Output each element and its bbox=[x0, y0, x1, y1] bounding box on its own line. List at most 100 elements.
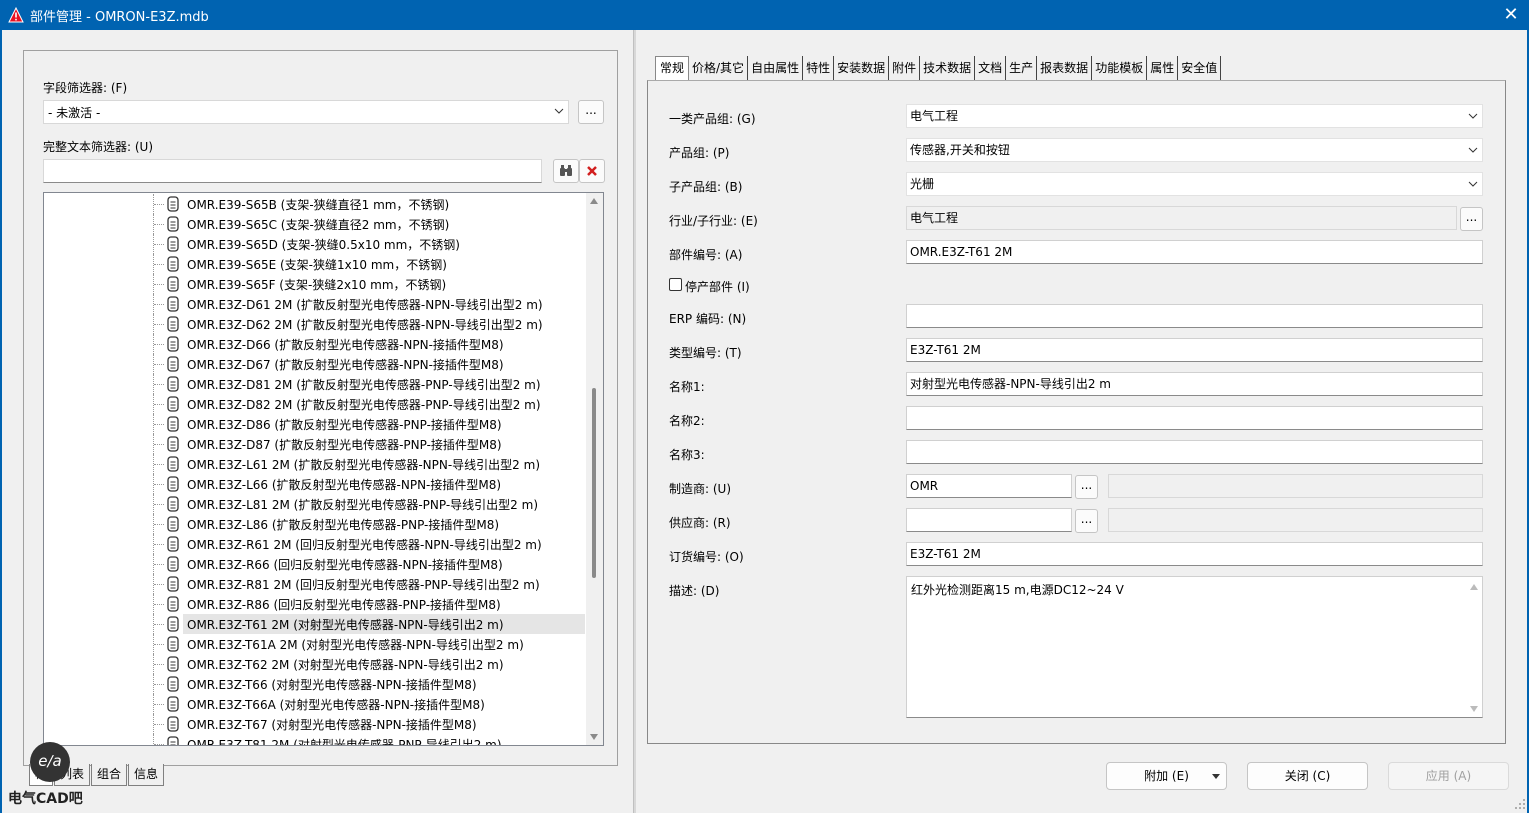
tab-function-template[interactable]: 功能模板 bbox=[1092, 56, 1148, 80]
part-number-field[interactable]: OMR.E3Z-T61 2M bbox=[906, 240, 1483, 264]
tree-item-label: OMR.E3Z-L66 (扩散反射型光电传感器-NPN-接插件型M8) bbox=[187, 478, 502, 492]
product-group-select[interactable]: 传感器,开关和按钮 bbox=[906, 138, 1483, 162]
tree-item[interactable]: OMR.E39-S65C (支架-狭缝直径2 mm，不锈钢) bbox=[44, 214, 586, 234]
tree-item[interactable]: OMR.E3Z-T61A 2M (对射型光电传感器-NPN-导线引出型2 m) bbox=[44, 634, 586, 654]
tree-item[interactable]: OMR.E3Z-R86 (回归反射型光电传感器-PNP-接插件型M8) bbox=[44, 594, 586, 614]
tree-item[interactable]: OMR.E3Z-D62 2M (扩散反射型光电传感器-NPN-导线引出型2 m) bbox=[44, 314, 586, 334]
tab-technical-data[interactable]: 技术数据 bbox=[920, 56, 976, 80]
tree-item[interactable]: OMR.E3Z-L66 (扩散反射型光电传感器-NPN-接插件型M8) bbox=[44, 474, 586, 494]
description-textarea[interactable]: 红外光检测距离15 m,电源DC12~24 V bbox=[906, 576, 1483, 718]
close-window-icon[interactable]: ✕ bbox=[1501, 5, 1521, 25]
order-number-field[interactable]: E3Z-T61 2M bbox=[906, 542, 1483, 566]
product-group-value: 传感器,开关和按钮 bbox=[910, 143, 1010, 157]
close-button[interactable]: 关闭 (C) bbox=[1247, 762, 1368, 790]
type-number-field[interactable]: E3Z-T61 2M bbox=[906, 338, 1483, 362]
clear-filter-button[interactable] bbox=[579, 159, 605, 183]
panel-splitter[interactable] bbox=[633, 30, 636, 813]
tree-item[interactable]: OMR.E3Z-D61 2M (扩散反射型光电传感器-NPN-导线引出型2 m) bbox=[44, 294, 586, 314]
discontinued-checkbox[interactable] bbox=[669, 278, 682, 291]
part-icon bbox=[167, 736, 179, 745]
supplier-field[interactable] bbox=[906, 508, 1072, 532]
fulltext-filter-input[interactable] bbox=[43, 159, 542, 183]
tab-documents[interactable]: 文档 bbox=[975, 56, 1007, 80]
tree-item-label: OMR.E3Z-T62 2M (对射型光电传感器-NPN-导线引出2 m) bbox=[187, 658, 504, 672]
tree-item[interactable]: OMR.E3Z-D82 2M (扩散反射型光电传感器-PNP-导线引出型2 m) bbox=[44, 394, 586, 414]
tree-item[interactable]: OMR.E3Z-D81 2M (扩散反射型光电传感器-PNP-导线引出型2 m) bbox=[44, 374, 586, 394]
resize-grip-icon[interactable] bbox=[1514, 798, 1526, 810]
tree-branch-line bbox=[154, 604, 164, 605]
apply-button[interactable]: 应用 (A) bbox=[1388, 762, 1509, 790]
tab-safety-values[interactable]: 安全值 bbox=[1178, 56, 1222, 80]
tree-branch-line bbox=[154, 284, 164, 285]
tree-item[interactable]: OMR.E3Z-T67 (对射型光电传感器-NPN-接插件型M8) bbox=[44, 714, 586, 734]
scroll-down-icon[interactable] bbox=[1470, 705, 1478, 713]
tree-item-label: OMR.E3Z-D87 (扩散反射型光电传感器-PNP-接插件型M8) bbox=[187, 438, 502, 452]
tab-price-other[interactable]: 价格/其它 bbox=[689, 56, 749, 80]
field-filter-label: 字段筛选器: (F) bbox=[43, 81, 128, 95]
supplier-more-button[interactable]: ... bbox=[1075, 509, 1098, 533]
part-icon bbox=[167, 576, 179, 592]
tab-general[interactable]: 常规 bbox=[655, 56, 690, 80]
tree-item[interactable]: OMR.E3Z-R66 (回归反射型光电传感器-NPN-接插件型M8) bbox=[44, 554, 586, 574]
field-filter-more-button[interactable]: ... bbox=[578, 100, 604, 124]
part-icon bbox=[167, 436, 179, 452]
tree-item[interactable]: OMR.E3Z-D67 (扩散反射型光电传感器-NPN-接插件型M8) bbox=[44, 354, 586, 374]
industry-more-button[interactable]: ... bbox=[1460, 207, 1483, 231]
tree-item[interactable]: OMR.E39-S65B (支架-狭缝直径1 mm，不锈钢) bbox=[44, 194, 586, 214]
supplier-name-field bbox=[1108, 508, 1483, 532]
scroll-thumb[interactable] bbox=[592, 388, 596, 578]
name1-label: 名称1: bbox=[669, 380, 705, 394]
tree-item[interactable]: OMR.E3Z-D86 (扩散反射型光电传感器-PNP-接插件型M8) bbox=[44, 414, 586, 434]
product-group1-select[interactable]: 电气工程 bbox=[906, 104, 1483, 128]
sub-group-select[interactable]: 光栅 bbox=[906, 172, 1483, 196]
part-icon bbox=[167, 256, 179, 272]
name1-field[interactable]: 对射型光电传感器-NPN-导线引出2 m bbox=[906, 372, 1483, 396]
tree-item[interactable]: OMR.E3Z-L86 (扩散反射型光电传感器-PNP-接插件型M8) bbox=[44, 514, 586, 534]
tab-production[interactable]: 生产 bbox=[1006, 56, 1038, 80]
name3-field[interactable] bbox=[906, 440, 1483, 464]
part-icon bbox=[167, 356, 179, 372]
tree-item[interactable]: OMR.E3Z-L61 2M (扩散反射型光电传感器-NPN-导线引出型2 m) bbox=[44, 454, 586, 474]
tree-item[interactable]: OMR.E3Z-T81 2M (对射型光电传感器-PNP-导线引出2 m) bbox=[44, 734, 586, 745]
tab-info[interactable]: 信息 bbox=[128, 764, 165, 786]
scroll-up-icon[interactable] bbox=[589, 197, 599, 205]
tree-item[interactable]: OMR.E3Z-T61 2M (对射型光电传感器-NPN-导线引出2 m) bbox=[44, 614, 586, 634]
tree-item[interactable]: OMR.E3Z-D66 (扩散反射型光电传感器-NPN-接插件型M8) bbox=[44, 334, 586, 354]
tab-accessories[interactable]: 附件 bbox=[889, 56, 921, 80]
tree-item[interactable]: OMR.E3Z-T66A (对射型光电传感器-NPN-接插件型M8) bbox=[44, 694, 586, 714]
tab-free-properties[interactable]: 自由属性 bbox=[748, 56, 804, 80]
tree-item[interactable]: OMR.E39-S65D (支架-狭缝0.5x10 mm，不锈钢) bbox=[44, 234, 586, 254]
binoculars-button[interactable] bbox=[553, 159, 579, 183]
industry-field: 电气工程 bbox=[906, 206, 1457, 230]
tree-item[interactable]: OMR.E3Z-R81 2M (回归反射型光电传感器-PNP-导线引出型2 m) bbox=[44, 574, 586, 594]
tree-item[interactable]: OMR.E3Z-D87 (扩散反射型光电传感器-PNP-接插件型M8) bbox=[44, 434, 586, 454]
name2-field[interactable] bbox=[906, 406, 1483, 430]
field-filter-select[interactable]: - 未激活 - bbox=[43, 100, 569, 124]
tab-mounting-data[interactable]: 安装数据 bbox=[834, 56, 890, 80]
tree-item[interactable]: OMR.E3Z-T66 (对射型光电传感器-NPN-接插件型M8) bbox=[44, 674, 586, 694]
erp-field[interactable] bbox=[906, 304, 1483, 328]
tab-properties[interactable]: 属性 bbox=[1147, 56, 1179, 80]
attach-button[interactable]: 附加 (E) bbox=[1106, 762, 1227, 790]
manufacturer-more-button[interactable]: ... bbox=[1075, 475, 1098, 499]
manufacturer-field[interactable]: OMR bbox=[906, 474, 1072, 498]
tab-report-data[interactable]: 报表数据 bbox=[1037, 56, 1093, 80]
part-icon bbox=[167, 316, 179, 332]
tree-vertical-scrollbar[interactable] bbox=[586, 193, 603, 745]
tree-branch-line bbox=[154, 744, 164, 745]
tree-item[interactable]: OMR.E3Z-T62 2M (对射型光电传感器-NPN-导线引出2 m) bbox=[44, 654, 586, 674]
tree-item[interactable]: OMR.E39-S65E (支架-狭缝1x10 mm，不锈钢) bbox=[44, 254, 586, 274]
sub-group-value: 光栅 bbox=[910, 177, 935, 191]
scroll-up-icon[interactable] bbox=[1470, 583, 1478, 591]
tree-item-label: OMR.E3Z-D81 2M (扩散反射型光电传感器-PNP-导线引出型2 m) bbox=[187, 378, 541, 392]
scroll-down-icon[interactable] bbox=[589, 733, 599, 741]
tree-item[interactable]: OMR.E39-S65F (支架-狭缝2x10 mm，不锈钢) bbox=[44, 274, 586, 294]
tab-characteristics[interactable]: 特性 bbox=[803, 56, 835, 80]
product-group1-value: 电气工程 bbox=[910, 109, 959, 123]
parts-tree[interactable]: OMR.E39-S65B (支架-狭缝直径1 mm，不锈钢) OMR.E39-S6… bbox=[43, 192, 604, 746]
part-icon bbox=[167, 656, 179, 672]
tree-item[interactable]: OMR.E3Z-R61 2M (回归反射型光电传感器-NPN-导线引出型2 m) bbox=[44, 534, 586, 554]
tree-item-label: OMR.E3Z-D86 (扩散反射型光电传感器-PNP-接插件型M8) bbox=[187, 418, 502, 432]
tree-item[interactable]: OMR.E3Z-L81 2M (扩散反射型光电传感器-PNP-导线引出型2 m) bbox=[44, 494, 586, 514]
tree-branch-line bbox=[154, 204, 164, 205]
